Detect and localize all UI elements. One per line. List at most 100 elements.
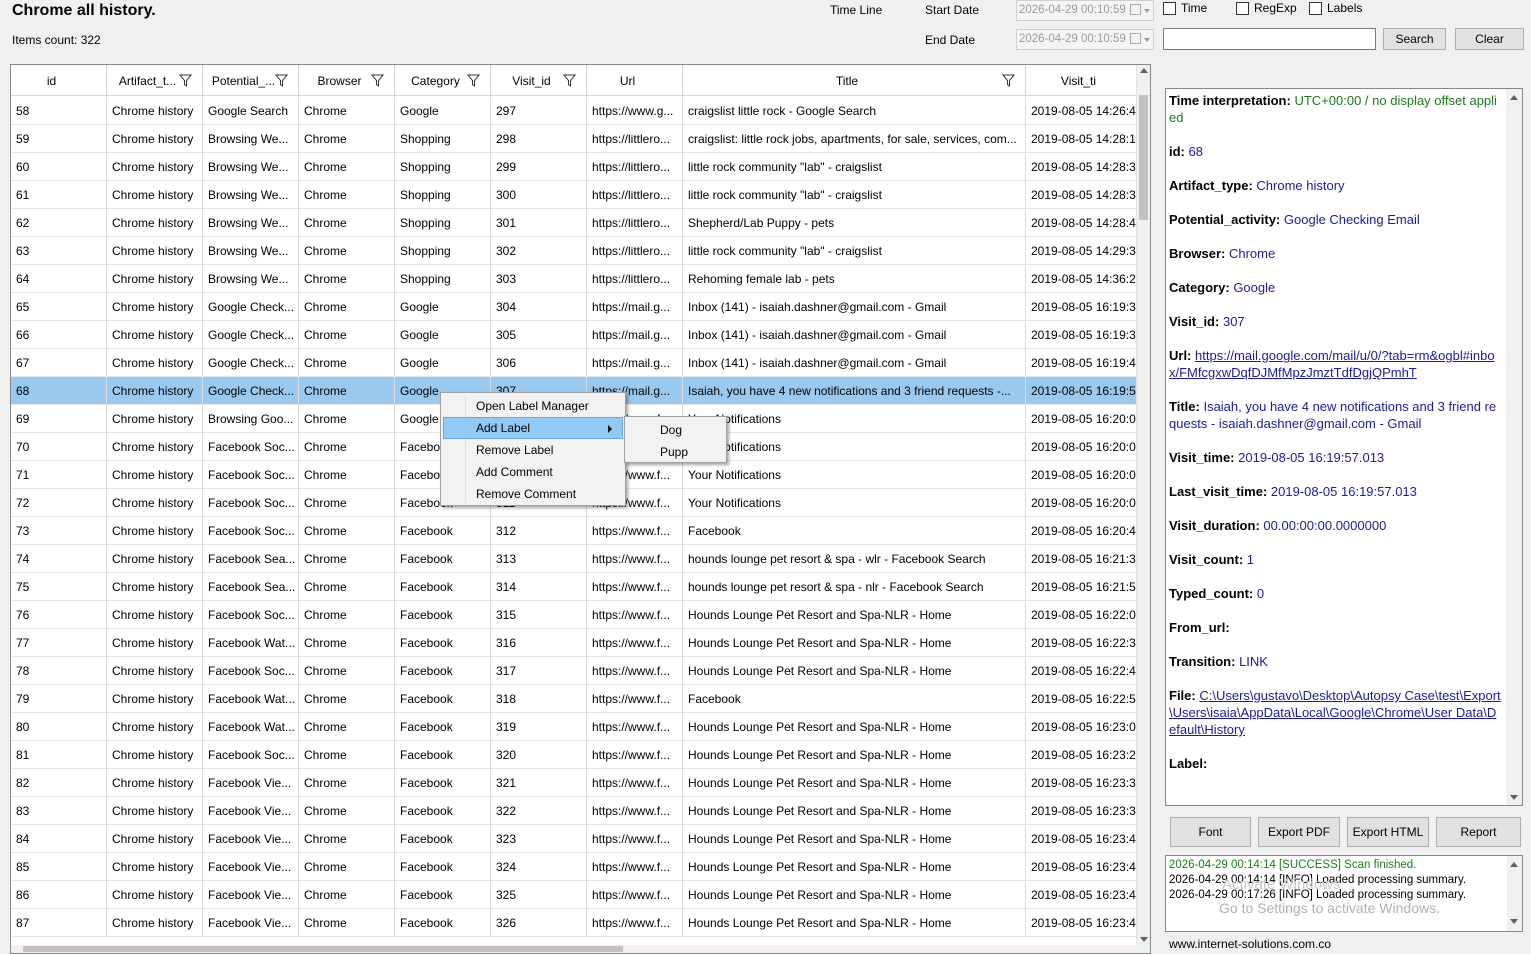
menu-item-remove-label[interactable]: Remove Label <box>441 439 625 461</box>
menu-item-open-label-manager[interactable]: Open Label Manager <box>441 395 625 417</box>
table-row[interactable]: 85 Chrome history Facebook Vie... Chrome Fac… <box>11 853 1146 881</box>
submenu-item-pupp[interactable]: Pupp <box>625 441 726 463</box>
table-row[interactable]: 77 Chrome history Facebook Wat... Chrome Fac… <box>11 629 1146 657</box>
column-header[interactable]: Artifact_t... <box>107 65 203 96</box>
detail-field: Last_visit_time: 2019-08-05 16:19:57.013 <box>1169 483 1502 500</box>
vertical-scrollbar[interactable] <box>1136 65 1150 953</box>
regexp-checkbox[interactable]: RegExp <box>1236 1 1297 15</box>
table-cell: 2019-08-05 16:23:4 <box>1026 881 1146 908</box>
menu-item-add-label[interactable]: Add Label <box>443 417 623 439</box>
table-row[interactable]: 80 Chrome history Facebook Wat... Chrome Fac… <box>11 713 1146 741</box>
column-header[interactable]: Visit_id <box>491 65 587 96</box>
column-header[interactable]: Category <box>395 65 491 96</box>
table-row[interactable]: 60 Chrome history Browsing We... Chrome Shop… <box>11 153 1146 181</box>
table-row[interactable]: 67 Chrome history Google Check... Chrome Goo… <box>11 349 1146 377</box>
table-row[interactable]: 82 Chrome history Facebook Vie... Chrome Fac… <box>11 769 1146 797</box>
filter-icon[interactable] <box>467 74 480 87</box>
scroll-thumb[interactable] <box>1139 95 1148 220</box>
table-cell: 72 <box>11 489 107 516</box>
table-row[interactable]: 87 Chrome history Facebook Vie... Chrome Fac… <box>11 909 1146 937</box>
chevron-down-icon[interactable] <box>1144 9 1150 13</box>
table-cell: 303 <box>491 265 587 292</box>
table-row[interactable]: 83 Chrome history Facebook Vie... Chrome Fac… <box>11 797 1146 825</box>
table-cell: Chrome <box>299 125 395 152</box>
search-button[interactable]: Search <box>1383 28 1446 50</box>
checkbox-box[interactable] <box>1236 1 1249 15</box>
table-row[interactable]: 86 Chrome history Facebook Vie... Chrome Fac… <box>11 881 1146 909</box>
start-date-picker[interactable]: 2026-04-29 00:10:59 <box>1016 0 1154 21</box>
table-cell: Chrome history <box>107 321 203 348</box>
detail-field: Visit_count: 1 <box>1169 551 1502 568</box>
column-header[interactable]: Url <box>587 65 683 96</box>
table-cell: 2019-08-05 16:22:3 <box>1026 629 1146 656</box>
table-row[interactable]: 78 Chrome history Facebook Soc... Chrome Fac… <box>11 657 1146 685</box>
detail-field: Category: Google <box>1169 279 1502 296</box>
table-cell: 2019-08-05 16:23:0 <box>1026 713 1146 740</box>
scroll-up-icon[interactable] <box>1140 68 1148 73</box>
detail-link[interactable]: https://mail.google.com/mail/u/0/?tab=rm… <box>1169 348 1495 380</box>
table-cell: Facebook Vie... <box>203 769 299 796</box>
labels-checkbox[interactable]: Labels <box>1309 1 1362 15</box>
filter-icon[interactable] <box>371 74 384 87</box>
column-header[interactable]: Visit_ti <box>1026 65 1146 96</box>
table-row[interactable]: 84 Chrome history Facebook Vie... Chrome Fac… <box>11 825 1146 853</box>
end-date-picker[interactable]: 2026-04-29 00:10:59 <box>1016 29 1154 50</box>
checkbox-box[interactable] <box>1163 1 1176 15</box>
detail-scrollbar[interactable] <box>1506 89 1522 805</box>
submenu-item-dog[interactable]: Dog <box>625 419 726 441</box>
history-table[interactable]: id Artifact_t... Potential_... Browser Categ… <box>10 64 1151 954</box>
table-body[interactable]: 58 Chrome history Google Search Chrome Googl… <box>11 97 1146 937</box>
calendar-icon[interactable] <box>1130 4 1141 15</box>
table-row[interactable]: 59 Chrome history Browsing We... Chrome Shop… <box>11 125 1146 153</box>
table-row[interactable]: 65 Chrome history Google Check... Chrome Goo… <box>11 293 1146 321</box>
column-header[interactable]: Browser <box>299 65 395 96</box>
search-input[interactable] <box>1163 28 1376 50</box>
filter-icon[interactable] <box>1002 74 1015 87</box>
calendar-icon[interactable] <box>1130 33 1141 44</box>
table-cell: Chrome history <box>107 853 203 880</box>
table-row[interactable]: 73 Chrome history Facebook Soc... Chrome Fac… <box>11 517 1146 545</box>
table-row[interactable]: 64 Chrome history Browsing We... Chrome Shop… <box>11 265 1146 293</box>
table-cell: Hounds Lounge Pet Resort and Spa-NLR - H… <box>683 909 1026 936</box>
table-cell: 87 <box>11 909 107 936</box>
filter-icon[interactable] <box>563 74 576 87</box>
table-row[interactable]: 75 Chrome history Facebook Sea... Chrome Fac… <box>11 573 1146 601</box>
detail-value: Chrome history <box>1256 178 1345 193</box>
export-pdf-button[interactable]: Export PDF <box>1258 817 1340 847</box>
export-html-button[interactable]: Export HTML <box>1347 817 1429 847</box>
table-cell: Google Search <box>203 97 299 124</box>
log-scrollbar[interactable] <box>1507 856 1522 931</box>
clear-button[interactable]: Clear <box>1455 28 1524 50</box>
scroll-down-icon[interactable] <box>1510 795 1518 800</box>
scroll-thumb[interactable] <box>23 946 623 952</box>
filter-icon[interactable] <box>275 74 288 87</box>
table-row[interactable]: 79 Chrome history Facebook Wat... Chrome Fac… <box>11 685 1146 713</box>
table-row[interactable]: 81 Chrome history Facebook Soc... Chrome Fac… <box>11 741 1146 769</box>
table-row[interactable]: 74 Chrome history Facebook Sea... Chrome Fac… <box>11 545 1146 573</box>
time-checkbox[interactable]: Time <box>1163 1 1207 15</box>
chevron-down-icon[interactable] <box>1144 38 1150 42</box>
table-row[interactable]: 61 Chrome history Browsing We... Chrome Shop… <box>11 181 1146 209</box>
filter-icon[interactable] <box>179 74 192 87</box>
column-header[interactable]: Potential_... <box>203 65 299 96</box>
font-button[interactable]: Font <box>1170 817 1251 847</box>
scroll-up-icon[interactable] <box>1510 862 1518 867</box>
table-row[interactable]: 63 Chrome history Browsing We... Chrome Shop… <box>11 237 1146 265</box>
report-button[interactable]: Report <box>1436 817 1521 847</box>
table-row[interactable]: 66 Chrome history Google Check... Chrome Goo… <box>11 321 1146 349</box>
horizontal-scrollbar[interactable] <box>11 945 1137 953</box>
detail-link[interactable]: C:\Users\gustavo\Desktop\Autopsy Case\te… <box>1169 688 1501 737</box>
menu-item-add-comment[interactable]: Add Comment <box>441 461 625 483</box>
menu-item-remove-comment[interactable]: Remove Comment <box>441 483 625 505</box>
table-cell: 302 <box>491 237 587 264</box>
table-row[interactable]: 58 Chrome history Google Search Chrome Googl… <box>11 97 1146 125</box>
scroll-down-icon[interactable] <box>1510 919 1518 924</box>
column-header[interactable]: id <box>11 65 107 96</box>
table-cell: Facebook Vie... <box>203 797 299 824</box>
table-row[interactable]: 76 Chrome history Facebook Soc... Chrome Fac… <box>11 601 1146 629</box>
table-row[interactable]: 62 Chrome history Browsing We... Chrome Shop… <box>11 209 1146 237</box>
checkbox-box[interactable] <box>1309 1 1322 15</box>
scroll-down-icon[interactable] <box>1140 937 1148 942</box>
scroll-up-icon[interactable] <box>1510 95 1518 100</box>
column-header[interactable]: Title <box>683 65 1026 96</box>
